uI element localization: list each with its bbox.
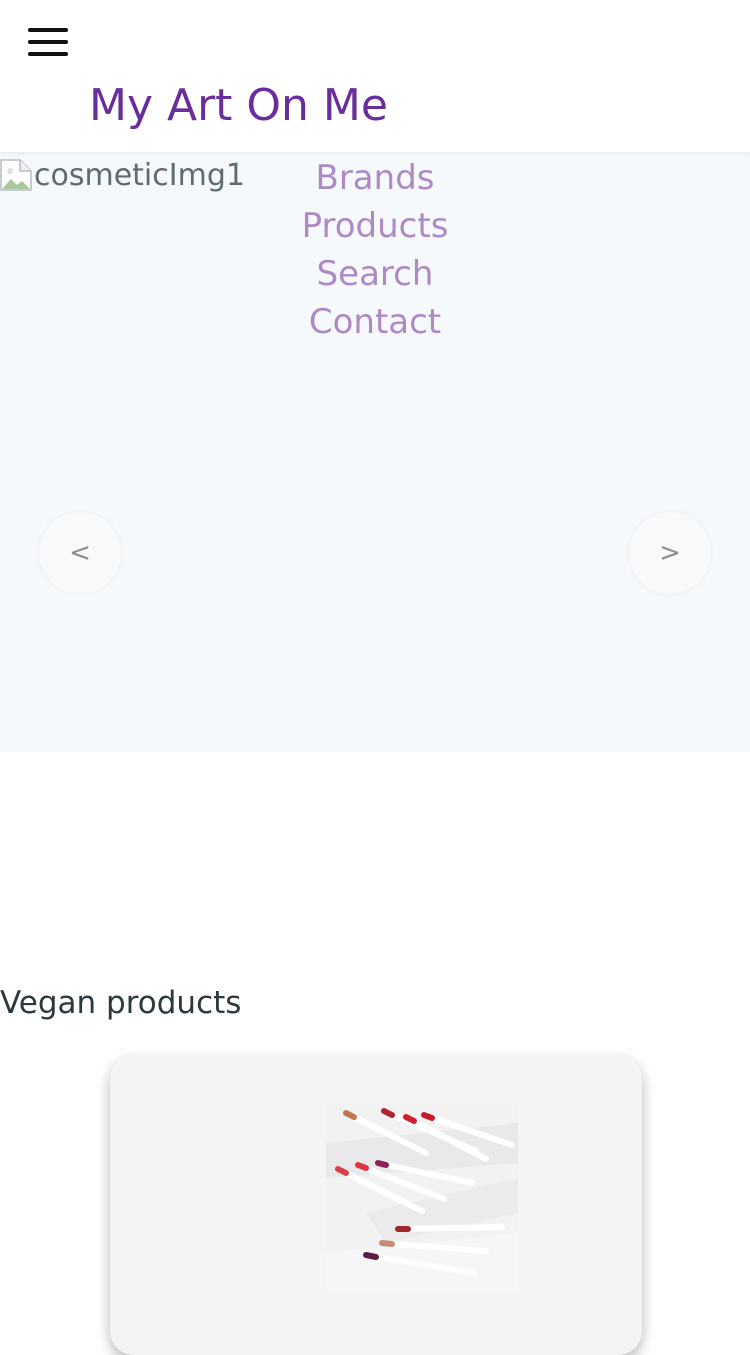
main-nav-menu: Brands Products Search Contact [0,154,750,346]
site-title[interactable]: My Art On Me [89,76,388,136]
nav-item-brands[interactable]: Brands [0,154,750,202]
lip-pencils-product-image[interactable] [326,1103,518,1293]
vegan-products-heading: Vegan products [0,985,242,1021]
carousel-next-button[interactable]: > [629,512,711,594]
hero-carousel: cosmeticImg1 Brands Products Search Cont… [0,152,750,752]
product-card[interactable] [110,1055,642,1355]
nav-item-contact[interactable]: Contact [0,298,750,346]
site-header: My Art On Me [0,0,750,152]
hamburger-bar [28,28,68,32]
hamburger-bar [28,52,68,56]
carousel-prev-button[interactable]: < [39,512,121,594]
nav-item-products[interactable]: Products [0,202,750,250]
nav-item-search[interactable]: Search [0,250,750,298]
hamburger-bar [28,40,68,44]
hamburger-menu-icon[interactable] [26,26,70,60]
